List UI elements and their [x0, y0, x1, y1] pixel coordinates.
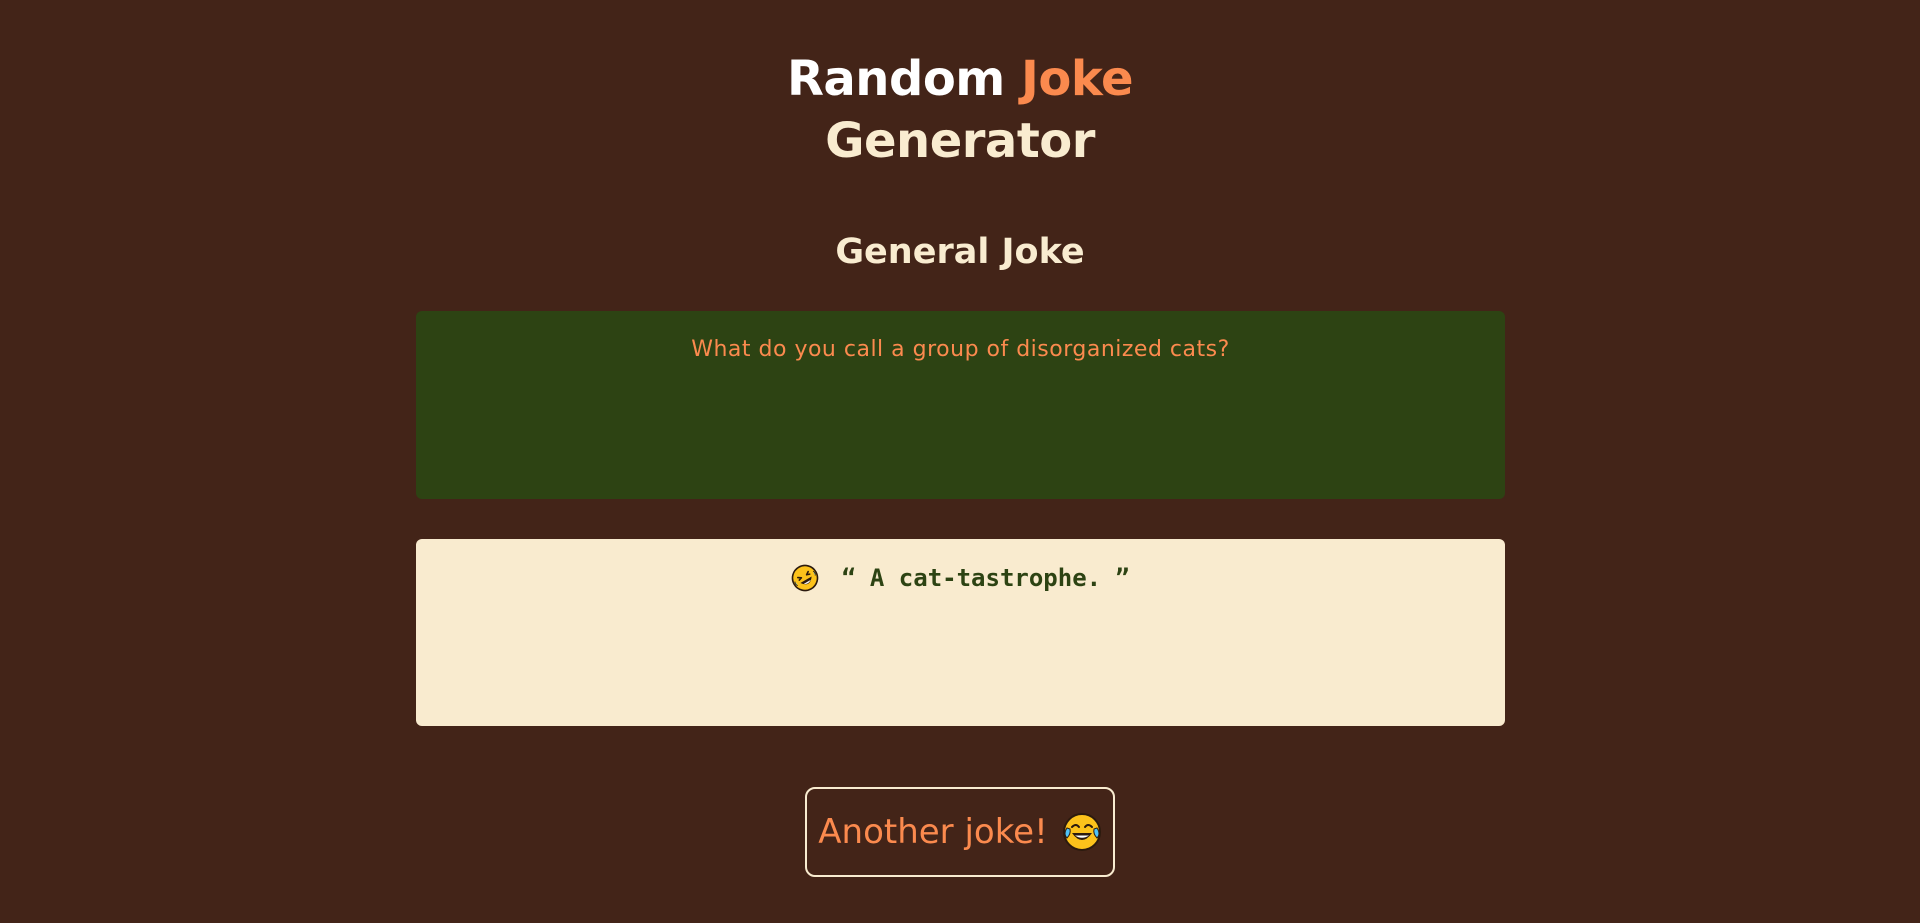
joke-setup-card: What do you call a group of disorganized…: [416, 311, 1505, 499]
punchline-close-quote: ”: [1115, 564, 1130, 592]
punchline-row: “ A cat-tastrophe. ”: [791, 560, 1130, 596]
another-joke-button[interactable]: Another joke!: [805, 787, 1115, 877]
rolling-on-floor-laughing-icon: [792, 564, 819, 592]
title-word-generator: Generator: [825, 113, 1095, 169]
joke-setup-text: What do you call a group of disorganized…: [691, 337, 1230, 362]
page: Random Joke Generator General Joke What …: [0, 0, 1920, 923]
tears-of-joy-icon: [1062, 813, 1101, 851]
joke-punchline-card: “ A cat-tastrophe. ”: [416, 539, 1505, 726]
title-word-random: Random: [786, 51, 1005, 107]
joke-punchline-text: A cat-tastrophe.: [869, 564, 1102, 592]
page-title: Random Joke Generator: [0, 48, 1920, 172]
another-joke-button-label: Another joke!: [818, 812, 1048, 852]
punchline-open-quote: “: [841, 564, 856, 592]
joke-category-heading: General Joke: [835, 232, 1085, 272]
title-word-joke: Joke: [1021, 51, 1134, 107]
